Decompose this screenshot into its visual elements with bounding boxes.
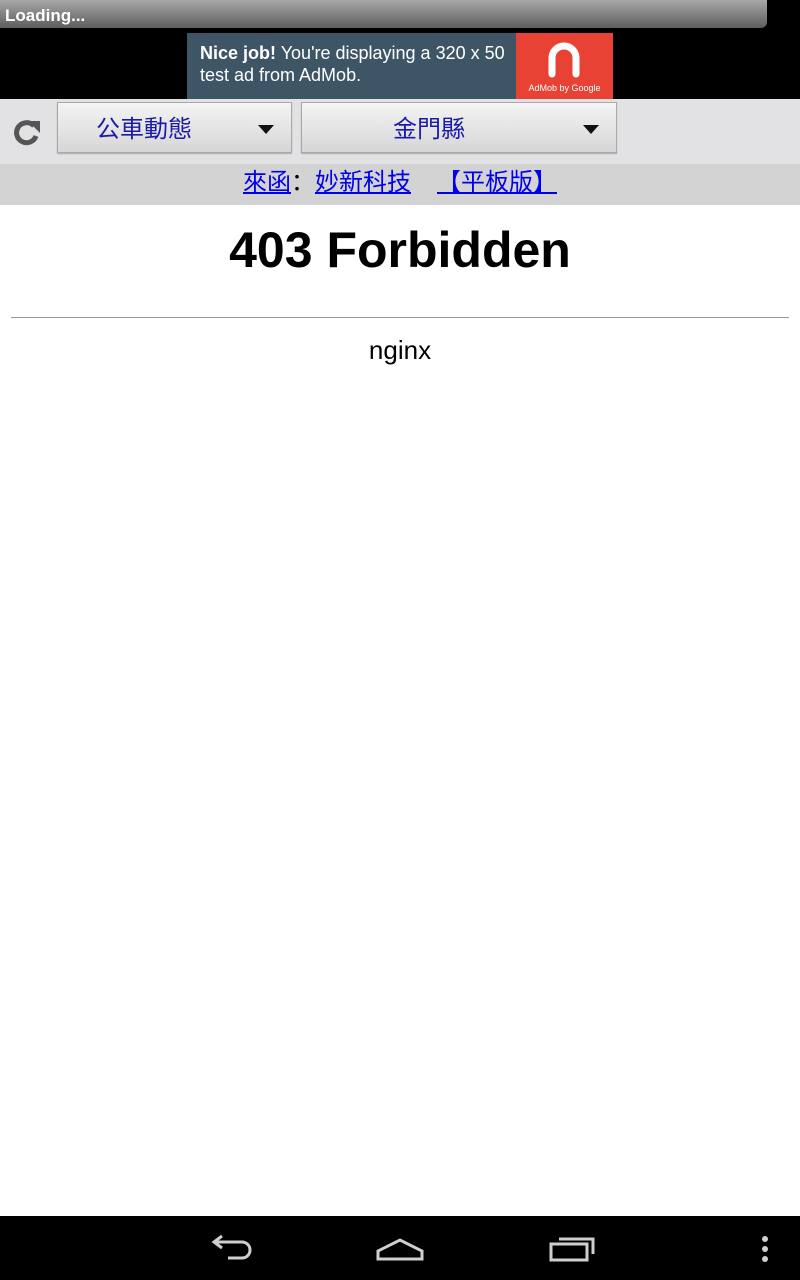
web-content: 403 Forbidden nginx <box>0 205 800 1216</box>
chevron-down-icon <box>258 125 274 134</box>
links-separator: ： <box>291 168 315 196</box>
tablet-version-link[interactable]: 【平板版】 <box>437 168 557 196</box>
toolbar: 公車動態 金門縣 <box>0 99 800 164</box>
company-link[interactable]: 妙新科技 <box>315 168 411 196</box>
admob-logo-icon <box>548 42 580 78</box>
overflow-menu-icon[interactable] <box>756 1234 774 1264</box>
ad-text: Nice job! You're displaying a 320 x 50 t… <box>200 42 520 86</box>
divider <box>11 317 789 318</box>
links-bar: 來函：妙新科技 【平板版】 <box>0 164 800 205</box>
ad-banner[interactable]: Nice job! You're displaying a 320 x 50 t… <box>187 33 613 99</box>
category-select-value: 公車動態 <box>96 115 192 143</box>
county-select[interactable]: 金門縣 <box>301 102 617 153</box>
refresh-icon[interactable] <box>10 117 42 149</box>
title-bar-text: Loading... <box>5 6 86 25</box>
back-icon[interactable] <box>202 1228 258 1268</box>
admob-brand-text: AdMob by Google <box>528 83 601 93</box>
recent-apps-icon[interactable] <box>543 1228 599 1268</box>
contact-link[interactable]: 來函 <box>243 168 291 196</box>
county-select-value: 金門縣 <box>393 115 465 143</box>
error-heading: 403 Forbidden <box>229 222 571 278</box>
category-select[interactable]: 公車動態 <box>57 102 292 153</box>
admob-logo: AdMob by Google <box>516 33 613 99</box>
app-screen: Loading... Nice job! You're displaying a… <box>0 0 800 1280</box>
title-bar-background: Loading... <box>0 0 767 28</box>
chevron-down-icon <box>583 125 599 134</box>
title-bar: Loading... <box>0 0 800 33</box>
ad-strip: Nice job! You're displaying a 320 x 50 t… <box>0 33 800 99</box>
ad-bold-text: Nice job! <box>200 43 277 63</box>
home-icon[interactable] <box>372 1228 428 1268</box>
server-name: nginx <box>368 335 432 365</box>
navigation-bar <box>0 1216 800 1280</box>
